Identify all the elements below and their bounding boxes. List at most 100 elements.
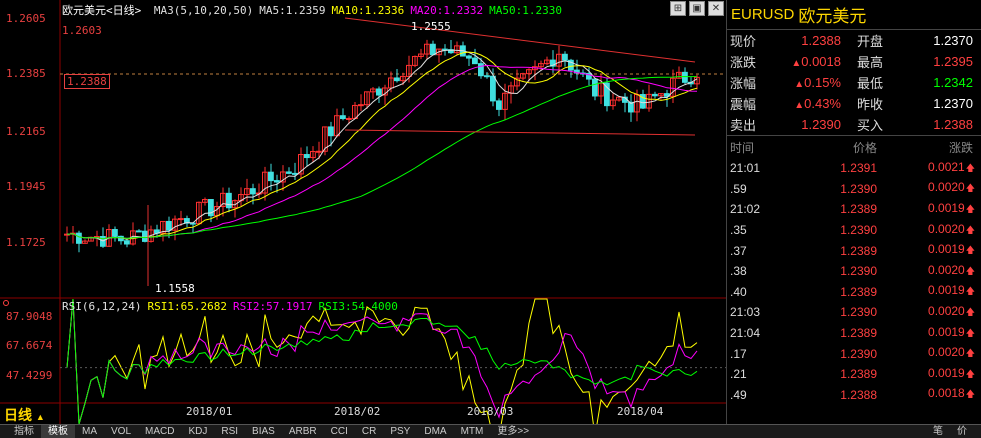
arrow-up-icon: 🡅: [965, 327, 975, 338]
tab-arbr[interactable]: ARBR: [282, 425, 324, 438]
tick-price: 1.2390: [840, 305, 877, 320]
chart-title: 欧元美元<日线>: [62, 4, 142, 17]
tick-price: 1.2390: [840, 264, 877, 279]
candle-body: [430, 43, 436, 56]
candle-body: [250, 188, 256, 195]
legend-item: MA3(5,10,20,50): [153, 4, 254, 17]
tab-templates[interactable]: 模板: [41, 425, 75, 438]
candle-body: [76, 232, 82, 244]
y-axis-label: 1.1725: [6, 236, 46, 249]
arrow-up-icon: 🡅: [965, 162, 975, 173]
legend-item: MA10:1.2336: [331, 4, 405, 17]
candle-body: [304, 154, 310, 159]
arrow-up-icon: 🡅: [965, 306, 975, 317]
tab-psy[interactable]: PSY: [383, 425, 417, 438]
triangle-up-icon: ▲: [35, 412, 45, 422]
quote-row: 震幅 ▲0.43% 昨收 1.2370: [727, 93, 981, 114]
tab-bias[interactable]: BIAS: [245, 425, 282, 438]
tab-ma[interactable]: MA: [75, 425, 104, 438]
candle-body: [316, 150, 322, 153]
legend-item: RSI2:57.1917: [232, 300, 313, 313]
tick-row: .17 1.2390 0.0020🡅: [727, 343, 981, 364]
tab-mtm[interactable]: MTM: [454, 425, 491, 438]
tab-vol[interactable]: VOL: [104, 425, 138, 438]
x-axis-label: 2018/01: [186, 405, 233, 418]
restore-icon[interactable]: ▣: [689, 1, 705, 16]
x-axis-label: 2018/04: [617, 405, 664, 418]
stat-value: ▲0.43%: [794, 96, 841, 111]
tick-row: 21:03 1.2390 0.0020🡅: [727, 302, 981, 323]
tab-rsi[interactable]: RSI: [214, 425, 245, 438]
ma10-line: [66, 51, 698, 240]
candle-body: [466, 55, 472, 59]
candle-body: [682, 71, 688, 83]
stat-value: 1.2390: [801, 117, 841, 132]
tick-list[interactable]: 21:01 1.2391 0.0021🡅 .59 1.2390 0.0020🡅 21:02 1…: [727, 158, 981, 405]
tab-more[interactable]: 更多>>: [490, 425, 536, 438]
stat-label: 最高: [857, 55, 884, 70]
y-axis-label: 1.2385: [6, 67, 46, 80]
arrow-up-icon: 🡅: [965, 286, 975, 297]
tick-price: 1.2389: [840, 326, 877, 341]
high-label: 1.2603: [62, 24, 102, 37]
stat-value: 1.2342: [933, 75, 973, 90]
candle-body: [166, 220, 172, 231]
tick-change: 0.0019🡅: [928, 242, 975, 257]
y-axis-label: 1.2165: [6, 125, 46, 138]
tick-price: 1.2391: [840, 161, 877, 176]
period-selector[interactable]: 日线 ▲: [4, 405, 45, 425]
arrow-up-icon: ▲: [791, 58, 802, 69]
rsi-axis-label: 67.6674: [6, 339, 53, 352]
tick-row: .35 1.2390 0.0020🡅: [727, 220, 981, 241]
chart-area[interactable]: 欧元美元<日线> MA3(5,10,20,50) MA5:1.2359 MA10:1…: [0, 0, 726, 438]
tab-ticks[interactable]: 笔: [926, 425, 950, 438]
candle-body: [292, 172, 298, 175]
candle-body: [394, 77, 400, 82]
tick-time: .37: [730, 243, 747, 258]
rsi-marker-icon: [3, 300, 9, 306]
candle-body: [652, 93, 658, 97]
candle-body: [178, 218, 184, 221]
tick-row: .21 1.2389 0.0019🡅: [727, 364, 981, 385]
kline-chart[interactable]: [0, 0, 726, 424]
tick-row: .37 1.2389 0.0019🡅: [727, 240, 981, 261]
candle-body: [484, 75, 490, 78]
tab-kdj[interactable]: KDJ: [181, 425, 214, 438]
tick-price: 1.2389: [840, 202, 877, 217]
peak-annotation: 1.2555: [411, 20, 451, 33]
tick-row: .59 1.2390 0.0020🡅: [727, 179, 981, 200]
stat-label: 卖出: [730, 118, 757, 133]
tick-row: 21:02 1.2389 0.0019🡅: [727, 199, 981, 220]
tick-change: 0.0019🡅: [928, 283, 975, 298]
tab-cr[interactable]: CR: [355, 425, 383, 438]
stat-label: 开盘: [857, 34, 884, 49]
candle-body: [346, 117, 352, 120]
tick-change: 0.0020🡅: [928, 262, 975, 277]
close-icon[interactable]: ✕: [708, 1, 724, 16]
arrow-up-icon: 🡅: [965, 245, 975, 256]
indicator-tab-bar: 指标 模板 MA VOL MACD KDJ RSI BIAS ARBR CCI CR PSY DMA MT…: [0, 424, 981, 438]
tick-row: .49 1.2388 0.0018🡅: [727, 385, 981, 406]
ma5-line: [66, 49, 698, 242]
tick-change: 0.0019🡅: [928, 365, 975, 380]
tab-macd[interactable]: MACD: [138, 425, 181, 438]
arrow-up-icon: 🡅: [965, 389, 975, 400]
tick-change: 0.0019🡅: [928, 200, 975, 215]
zoom-in-icon[interactable]: ⊞: [670, 1, 686, 16]
tab-indicators[interactable]: 指标: [7, 425, 41, 438]
quote-stats: 现价 1.2388 开盘 1.2370 涨跌 ▲0.0018 最高 1.2395 涨…: [727, 30, 981, 135]
header-change: 涨跌: [948, 140, 973, 155]
tick-time: .40: [730, 284, 747, 299]
candle-body: [562, 53, 568, 61]
tab-price[interactable]: 价: [950, 425, 974, 438]
legend-item: MA5:1.2359: [259, 4, 326, 17]
stat-value: 1.2388: [933, 117, 973, 132]
support-trendline: [344, 129, 696, 136]
tick-change: 0.0021🡅: [928, 159, 975, 174]
y-axis-label: 1.1945: [6, 180, 46, 193]
legend-item: MA50:1.2330: [489, 4, 563, 17]
candle-body: [328, 126, 334, 137]
tab-dma[interactable]: DMA: [417, 425, 453, 438]
tick-row: .40 1.2389 0.0019🡅: [727, 282, 981, 303]
tab-cci[interactable]: CCI: [324, 425, 355, 438]
